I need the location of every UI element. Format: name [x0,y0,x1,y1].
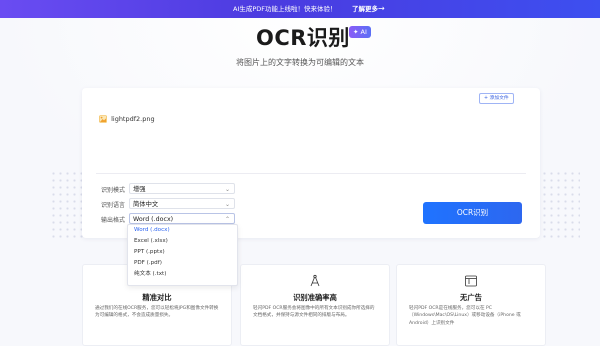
feature-card: 识别准确率高 轻闪PDF OCR服务会将图像中的所有文本识别成你所选择的文档格式… [240,264,390,346]
promo-banner[interactable]: AI生成PDF功能上线啦！快来体验！ 了解更多 → [0,0,600,18]
no-ads-icon [464,273,478,287]
language-value: 简体中文 [133,201,159,208]
compass-icon [308,273,322,287]
format-option[interactable]: PDF (.pdf) [128,258,237,269]
file-item[interactable]: lightpdf2.png [99,115,155,123]
format-select[interactable]: Word (.docx) ⌃ [129,213,235,224]
panel-divider [96,173,526,174]
ocr-panel: + 添加文件 lightpdf2.png 识别模式 增强 ⌄ 识别语言 简体中文… [82,88,540,238]
chevron-down-icon: ⌄ [224,201,230,208]
mode-value: 增强 [133,186,146,193]
format-dropdown: Word (.docx) Excel (.xlsx) PPT (.pptx) P… [127,224,238,286]
file-name: lightpdf2.png [111,115,155,123]
mode-label: 识别模式 [101,187,126,194]
feature-card: 无广告 轻闪PDF OCR是在线服务，您可以在 PC（Windows\Mac\O… [396,264,546,346]
format-option[interactable]: PPT (.pptx) [128,247,237,258]
feature-desc: 轻闪PDF OCR服务会将图像中的所有文本识别成你所选择的文档格式，并保持与源文… [253,306,375,319]
format-label: 输出格式 [101,217,126,224]
promo-message: AI生成PDF功能上线啦！快来体验！ [233,5,337,13]
feature-desc: 通过我们的在线OCR服务，您可以轻松将JPG和图像文件转换为可编辑的格式，不会造… [95,306,219,319]
format-option[interactable]: Word (.docx) [128,225,237,236]
learn-more-link[interactable]: 了解更多 [352,0,378,18]
mode-select[interactable]: 增强 ⌄ [129,183,235,194]
language-select[interactable]: 简体中文 ⌄ [129,198,235,209]
add-file-button[interactable]: + 添加文件 [479,93,514,104]
ocr-button[interactable]: OCR识别 [423,202,522,224]
page-title: OCR识别 [256,26,350,50]
ai-badge: ✦ AI [349,26,371,38]
arrow-right-icon[interactable]: → [378,0,385,18]
language-label: 识别语言 [101,202,126,209]
feature-desc: 轻闪PDF OCR是在线服务，您可以在 PC（Windows\Mac\OS\Li… [409,306,521,326]
feature-title: 精准对比 [142,293,172,302]
page-subtitle: 将图片上的文字转换为可编辑的文本 [236,58,364,67]
format-value: Word (.docx) [133,216,174,223]
feature-title: 识别准确率高 [293,293,337,302]
format-option[interactable]: Excel (.xlsx) [128,236,237,247]
image-file-icon [99,115,107,123]
chevron-down-icon: ⌄ [224,186,230,193]
format-option[interactable]: 纯文本 (.txt) [128,269,237,280]
feature-title: 无广告 [460,293,482,302]
